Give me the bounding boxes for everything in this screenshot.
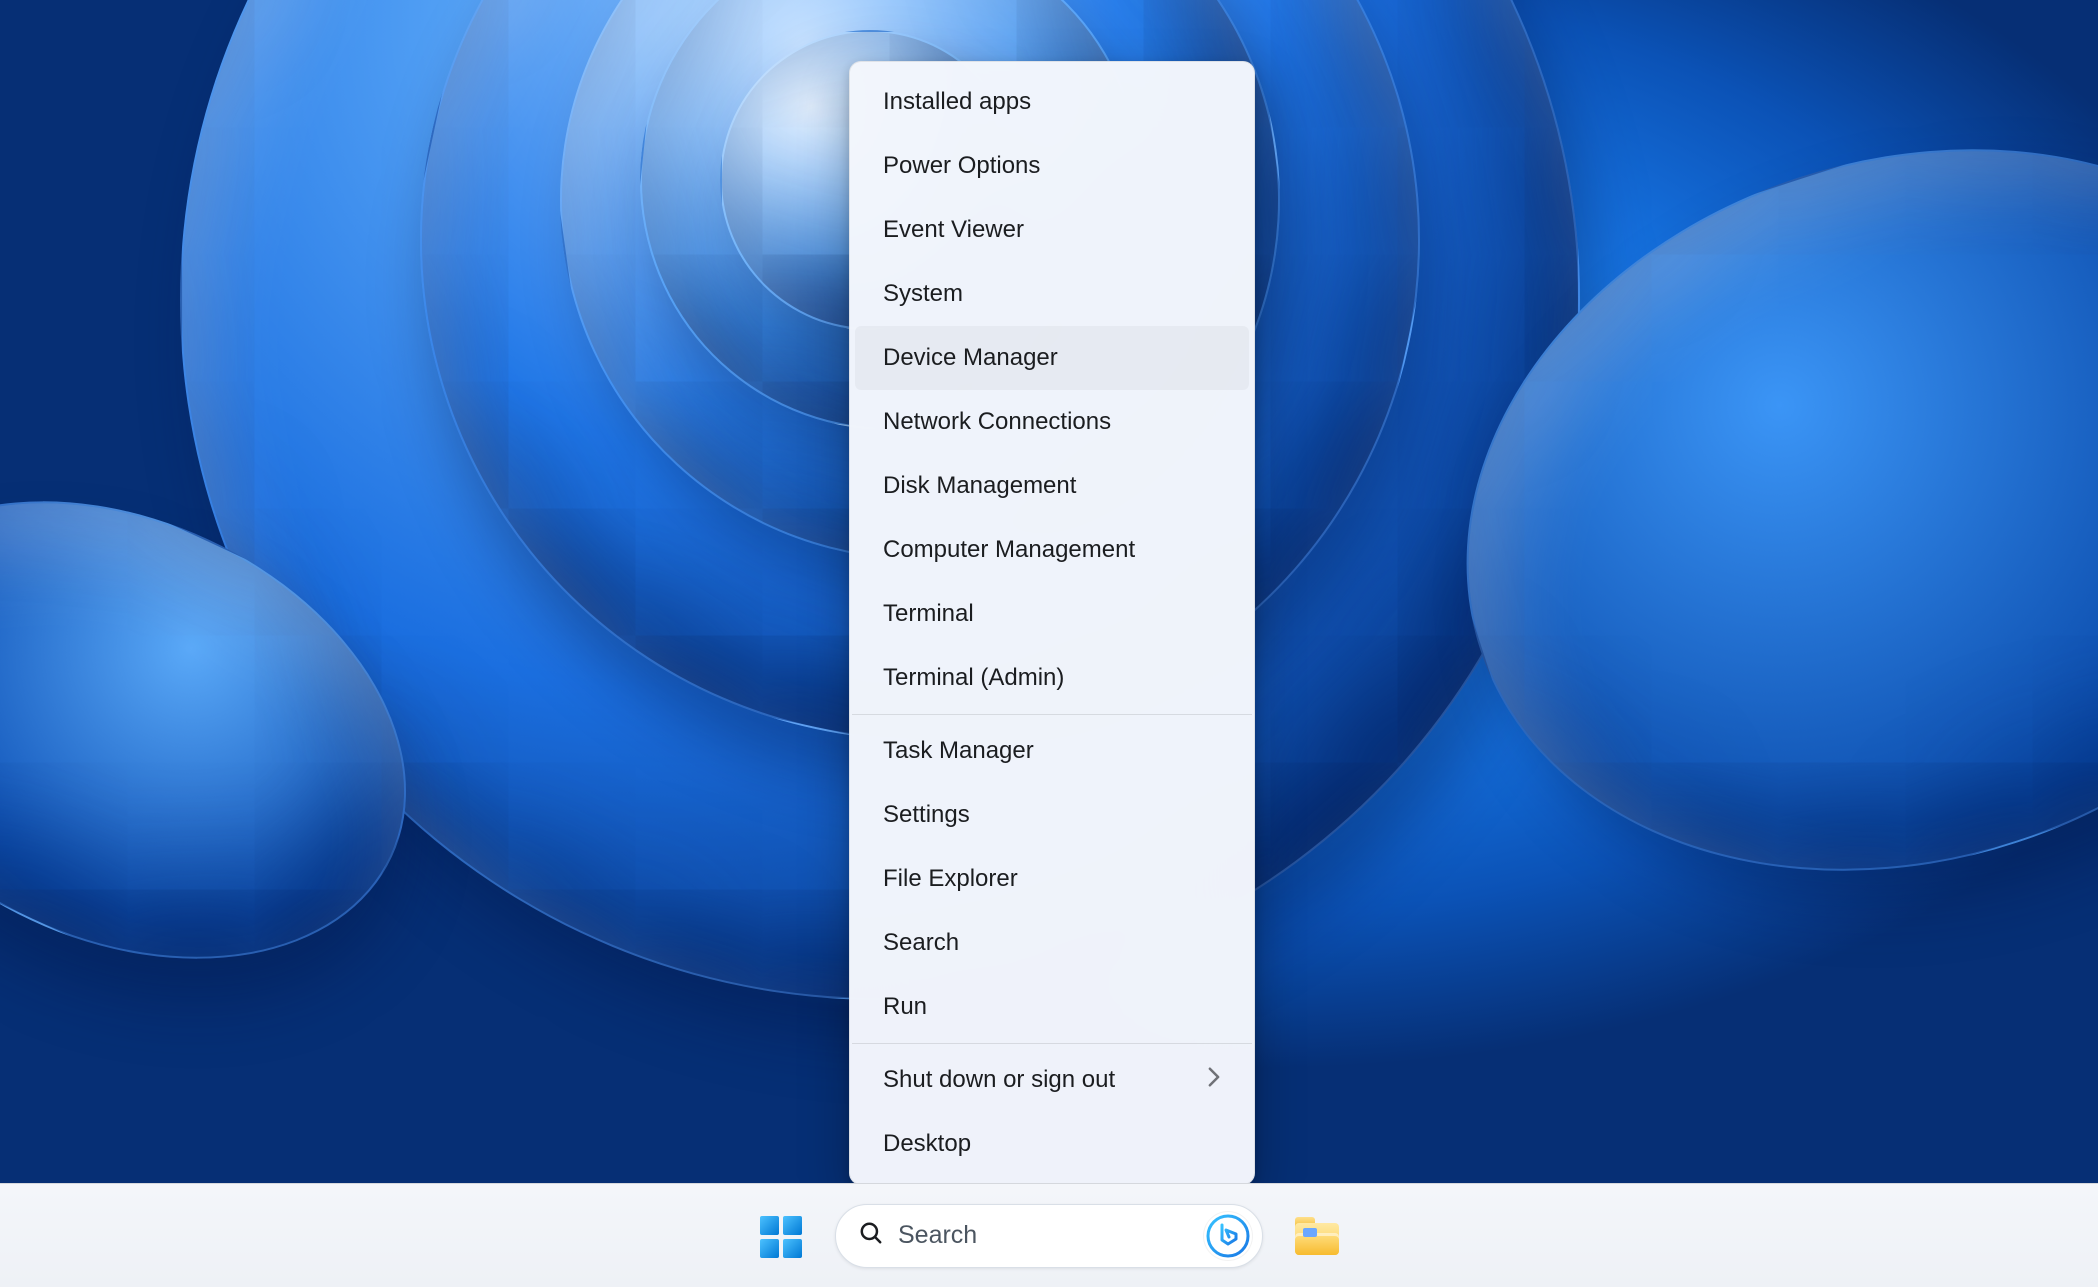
menu-item-disk-management[interactable]: Disk Management: [855, 454, 1249, 518]
menu-item-label: Event Viewer: [883, 216, 1024, 244]
menu-item-label: Computer Management: [883, 536, 1135, 564]
menu-item-settings[interactable]: Settings: [855, 783, 1249, 847]
menu-item-power-options[interactable]: Power Options: [855, 134, 1249, 198]
menu-item-task-manager[interactable]: Task Manager: [855, 719, 1249, 783]
menu-item-system[interactable]: System: [855, 262, 1249, 326]
chevron-right-icon: [1207, 1066, 1221, 1095]
start-button[interactable]: [749, 1204, 813, 1268]
menu-item-shut-down-or-sign-out[interactable]: Shut down or sign out: [855, 1048, 1249, 1112]
menu-item-label: Shut down or sign out: [883, 1066, 1115, 1094]
menu-item-label: Task Manager: [883, 737, 1034, 765]
menu-item-event-viewer[interactable]: Event Viewer: [855, 198, 1249, 262]
menu-item-label: Network Connections: [883, 408, 1111, 436]
taskbar-search[interactable]: Search: [835, 1204, 1263, 1268]
menu-item-computer-management[interactable]: Computer Management: [855, 518, 1249, 582]
menu-item-label: System: [883, 280, 963, 308]
menu-item-label: Settings: [883, 801, 970, 829]
menu-separator: [852, 714, 1252, 715]
menu-item-terminal-admin[interactable]: Terminal (Admin): [855, 646, 1249, 710]
menu-item-label: File Explorer: [883, 865, 1018, 893]
menu-item-device-manager[interactable]: Device Manager: [855, 326, 1249, 390]
menu-item-label: Run: [883, 993, 927, 1021]
menu-separator: [852, 1043, 1252, 1044]
menu-item-label: Desktop: [883, 1130, 971, 1158]
menu-item-label: Power Options: [883, 152, 1040, 180]
search-placeholder: Search: [898, 1221, 1190, 1250]
menu-item-label: Terminal (Admin): [883, 664, 1064, 692]
menu-item-label: Search: [883, 929, 959, 957]
menu-item-file-explorer[interactable]: File Explorer: [855, 847, 1249, 911]
taskbar: Search: [0, 1183, 2098, 1287]
windows-start-icon: [760, 1216, 802, 1258]
bing-chat-icon[interactable]: [1204, 1212, 1252, 1260]
menu-item-installed-apps[interactable]: Installed apps: [855, 70, 1249, 134]
menu-item-label: Installed apps: [883, 88, 1031, 116]
menu-item-run[interactable]: Run: [855, 975, 1249, 1039]
menu-item-network-connections[interactable]: Network Connections: [855, 390, 1249, 454]
winx-context-menu: Installed apps Power Options Event Viewer S…: [849, 61, 1255, 1185]
search-icon: [858, 1220, 884, 1251]
file-explorer-icon: [1295, 1217, 1339, 1255]
menu-item-label: Terminal: [883, 600, 974, 628]
taskbar-file-explorer[interactable]: [1285, 1204, 1349, 1268]
menu-item-desktop[interactable]: Desktop: [855, 1112, 1249, 1176]
menu-item-terminal[interactable]: Terminal: [855, 582, 1249, 646]
menu-item-label: Disk Management: [883, 472, 1076, 500]
menu-item-search[interactable]: Search: [855, 911, 1249, 975]
menu-item-label: Device Manager: [883, 344, 1058, 372]
